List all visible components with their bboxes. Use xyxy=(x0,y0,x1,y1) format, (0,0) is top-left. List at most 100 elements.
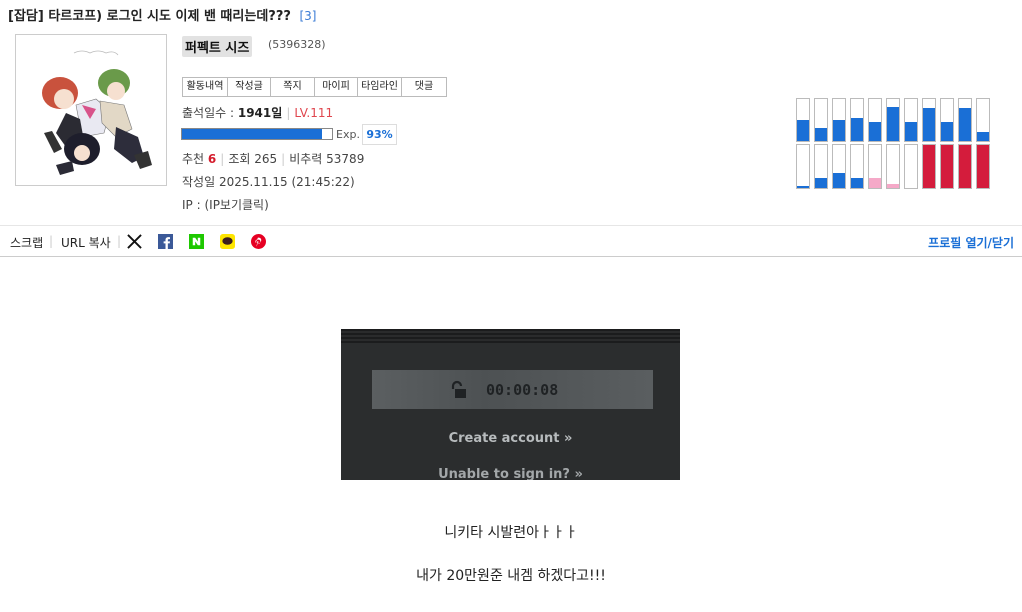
activity-bar-lower-fill xyxy=(923,145,935,188)
activity-bar-9 xyxy=(940,98,954,189)
recommend-label: 추천 xyxy=(182,152,205,166)
activity-bar-11 xyxy=(976,98,990,189)
profile-toggle-button[interactable]: 프로필 열기/닫기 xyxy=(928,234,1014,251)
activity-bar-lower xyxy=(796,144,810,189)
queue-timer: 00:00:08 xyxy=(486,381,559,399)
ip-label: IP : xyxy=(182,198,201,212)
activity-bar-lower-fill xyxy=(851,177,863,188)
exp-label: Exp. xyxy=(336,128,360,141)
activity-bar-lower-fill xyxy=(833,172,845,188)
menu-posts[interactable]: 작성글 xyxy=(228,78,271,96)
menu-comments[interactable]: 댓글 xyxy=(402,78,446,96)
activity-bar-2 xyxy=(814,98,828,189)
menu-mypi[interactable]: 마이피 xyxy=(315,78,358,96)
scrap-button[interactable]: 스크랩 xyxy=(10,234,43,251)
activity-bar-lower xyxy=(958,144,972,189)
kakaotalk-icon[interactable] xyxy=(220,234,235,249)
naver-icon[interactable] xyxy=(189,234,204,249)
activity-bar-lower xyxy=(832,144,846,189)
activity-bar-3 xyxy=(832,98,846,189)
activity-bar-upper xyxy=(814,98,828,142)
activity-bar-6 xyxy=(886,98,900,189)
attendance-row: 출석일수 : 1941일 | LV.111 xyxy=(182,106,334,120)
ip-row: IP : (IP보기클릭) xyxy=(182,196,269,213)
attendance-value: 1941일 xyxy=(237,106,283,120)
ip-reveal-link[interactable]: (IP보기클릭) xyxy=(204,198,268,212)
activity-bar-5 xyxy=(868,98,882,189)
url-copy-button[interactable]: URL 복사 xyxy=(61,234,111,251)
activity-bar-lower-fill xyxy=(977,145,989,188)
create-account-text: Create account » xyxy=(448,431,573,446)
activity-bar-upper-fill xyxy=(833,120,845,141)
avatar-illustration xyxy=(16,35,166,185)
activity-bar-upper-fill xyxy=(797,120,809,141)
activity-bar-7 xyxy=(904,98,918,189)
facebook-icon[interactable] xyxy=(158,234,173,249)
exp-progress-fill xyxy=(182,129,322,139)
recommend-value: 6 xyxy=(207,152,217,166)
date-label: 작성일 xyxy=(182,175,216,189)
exp-progress-bar xyxy=(181,128,333,140)
activity-bar-upper-fill xyxy=(905,122,917,141)
activity-bar-upper-fill xyxy=(959,108,971,141)
activity-bar-8 xyxy=(922,98,936,189)
activity-bar-4 xyxy=(850,98,864,189)
activity-bar-upper xyxy=(868,98,882,142)
activity-bar-upper xyxy=(832,98,846,142)
activity-bar-upper xyxy=(886,98,900,142)
avatar[interactable] xyxy=(15,34,167,186)
activity-bar-1 xyxy=(796,98,810,189)
date-value: 2025.11.15 (21:45:22) xyxy=(218,175,355,189)
post-category: [잡담] xyxy=(8,9,44,24)
activity-bar-upper xyxy=(904,98,918,142)
activity-bar-upper-fill xyxy=(887,107,899,141)
date-row: 작성일 2025.11.15 (21:45:22) xyxy=(182,173,355,190)
activity-bars xyxy=(796,98,990,189)
author-id: (5396328) xyxy=(268,38,326,51)
activity-bar-lower xyxy=(814,144,828,189)
activity-bar-lower-fill xyxy=(797,186,809,188)
activity-bar-upper xyxy=(922,98,936,142)
menu-message[interactable]: 쪽지 xyxy=(271,78,315,96)
activity-bar-10 xyxy=(958,98,972,189)
activity-bar-upper xyxy=(940,98,954,142)
post-title-text: 타르코프) 로그인 시도 이제 밴 때리는데??? xyxy=(48,9,291,24)
activity-bar-lower xyxy=(922,144,936,189)
activity-bar-upper-fill xyxy=(851,117,863,141)
x-icon[interactable] xyxy=(127,234,142,249)
profile-menu: 활동내역 작성글 쪽지 마이피 타임라인 댓글 xyxy=(182,77,447,97)
author-nickname[interactable]: 퍼펙트 시즈 xyxy=(182,36,253,57)
activity-bar-lower-fill xyxy=(887,183,899,188)
activity-bar-upper-fill xyxy=(941,122,953,141)
activity-bar-upper xyxy=(850,98,864,142)
activity-bar-upper-fill xyxy=(815,128,827,141)
ratio-label: 비추력 xyxy=(289,152,323,166)
activity-bar-upper-fill xyxy=(923,108,935,141)
activity-bar-upper-fill xyxy=(869,122,881,141)
exp-percent: 93% xyxy=(362,124,397,145)
activity-bar-lower xyxy=(940,144,954,189)
pinterest-icon[interactable] xyxy=(251,234,266,249)
activity-bar-lower xyxy=(904,144,918,189)
unlock-icon xyxy=(451,380,466,398)
login-queue-panel: 00:00:08 xyxy=(372,370,653,409)
content-line-1: 니키타 시발련아ㅏㅏㅏ xyxy=(444,525,578,541)
stats-row: 추천 6 | 조회 265 | 비추력 53789 xyxy=(182,152,365,166)
activity-bar-lower-fill xyxy=(959,145,971,188)
content-line-2: 내가 20만원준 내겜 하겠다고!!! xyxy=(416,568,606,584)
level-badge: LV.111 xyxy=(294,106,334,120)
activity-bar-lower xyxy=(976,144,990,189)
menu-timeline[interactable]: 타임라인 xyxy=(358,78,402,96)
comment-count[interactable]: [3] xyxy=(299,9,316,23)
activity-bar-lower-fill xyxy=(869,177,881,188)
activity-bar-lower xyxy=(868,144,882,189)
menu-activity[interactable]: 활동내역 xyxy=(183,78,228,96)
post-image: 00:00:08 Create account » Unable to sign… xyxy=(341,329,680,480)
unable-sign-in-text: Unable to sign in? » xyxy=(438,467,583,480)
activity-bar-lower-fill xyxy=(815,177,827,188)
activity-bar-lower xyxy=(850,144,864,189)
views-value: 265 xyxy=(254,152,278,166)
attendance-label: 출석일수 : xyxy=(182,106,235,120)
ratio-value: 53789 xyxy=(326,152,365,166)
activity-bar-upper xyxy=(796,98,810,142)
